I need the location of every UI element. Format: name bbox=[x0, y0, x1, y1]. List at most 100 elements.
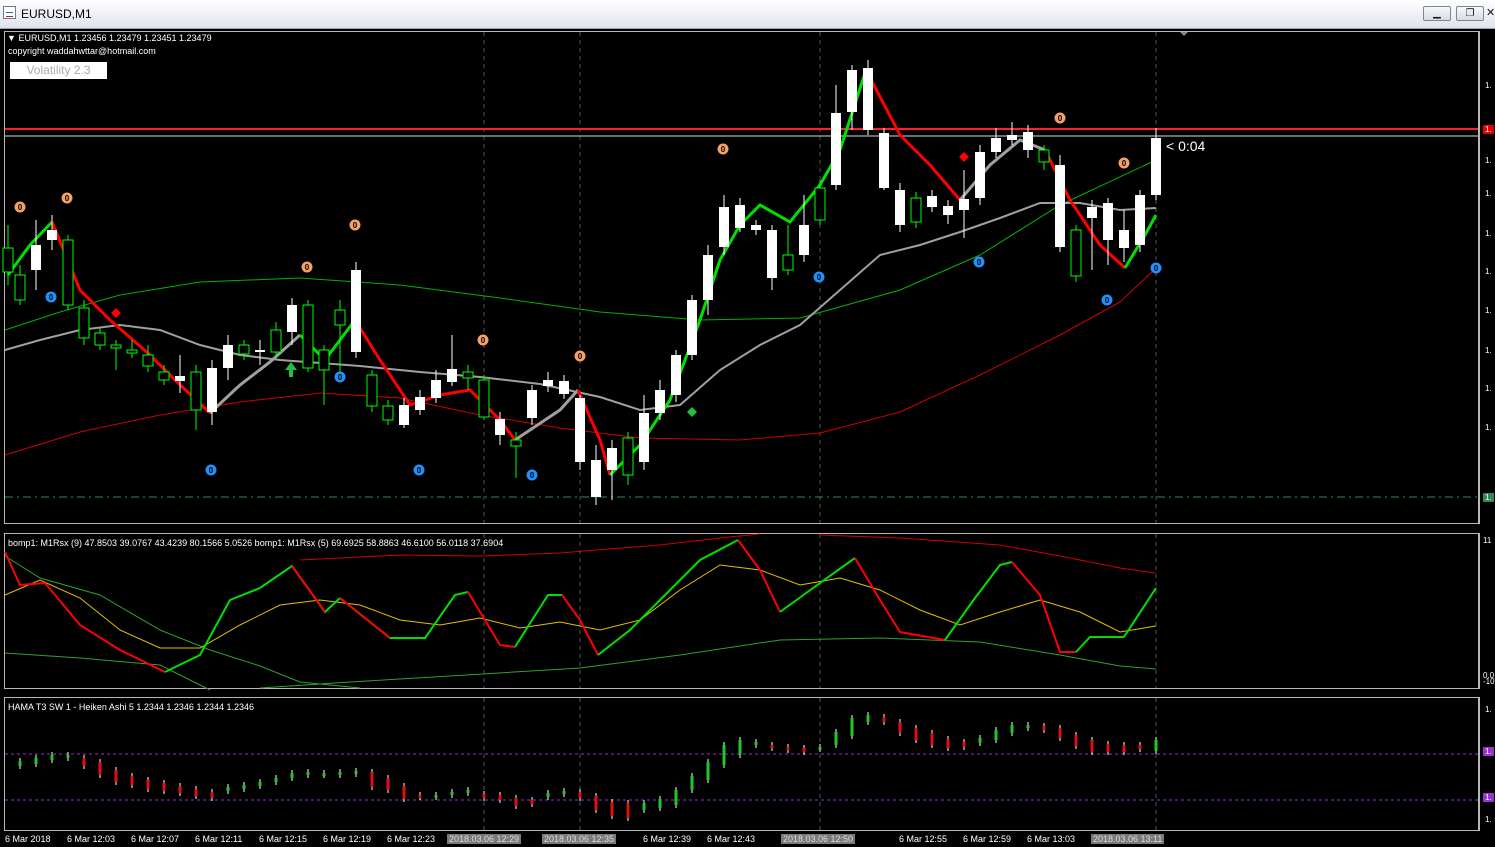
bull-candle bbox=[94, 332, 106, 346]
ha-bull-bar bbox=[34, 758, 38, 764]
sell-signal-circle-label: 0 bbox=[578, 352, 583, 361]
sell-diamond-icon bbox=[111, 308, 121, 318]
ha-bull-bar bbox=[562, 791, 566, 794]
ha-bear-bar bbox=[930, 733, 934, 745]
ha-bull-bar bbox=[242, 785, 246, 789]
bear-candle bbox=[1119, 230, 1129, 248]
bear-candle bbox=[1007, 135, 1017, 140]
chart-canvas: 0 0 0 0 0 0 0 0 0 0 0 0 0 0 0 0 0 0 bbox=[2, 32, 1478, 830]
bull-candle bbox=[478, 379, 490, 418]
ha-bull-bar bbox=[818, 747, 822, 750]
ha-bull-bar bbox=[658, 799, 662, 808]
bull-candle bbox=[462, 371, 474, 379]
bear-candle bbox=[655, 390, 665, 413]
ha-bear-bar bbox=[1106, 744, 1110, 752]
bear-candle bbox=[255, 350, 265, 352]
bull-candle bbox=[382, 405, 394, 421]
ha-bull-bar bbox=[338, 772, 342, 775]
bull-candle bbox=[270, 329, 282, 353]
ha-bull-bar bbox=[354, 771, 358, 774]
ha-bear-bar bbox=[82, 758, 86, 766]
ha-bear-bar bbox=[130, 776, 134, 785]
bar-timer: < 0:04 bbox=[1166, 138, 1206, 154]
bull-candle bbox=[62, 239, 74, 306]
ha-bull-bar bbox=[290, 773, 294, 778]
shift-marker-icon bbox=[1180, 32, 1188, 36]
bear-candle bbox=[991, 138, 1001, 152]
bear-candle bbox=[719, 207, 729, 247]
bear-candle bbox=[703, 255, 713, 300]
ha-bull-bar bbox=[850, 718, 854, 736]
ha-bull-bar bbox=[434, 795, 438, 798]
ha-bear-bar bbox=[610, 802, 614, 816]
ha-bear-bar bbox=[1042, 726, 1046, 730]
ha-bull-bar bbox=[274, 778, 278, 782]
rsx-indicator-label: bomp1: M1Rsx (9) 47.8503 39.0767 43.4239… bbox=[8, 538, 504, 548]
ha-bear-bar bbox=[770, 745, 774, 748]
ha-bull-bar bbox=[642, 803, 646, 810]
bull-candle bbox=[1038, 149, 1050, 163]
time-axis-label: 2018.03.06 12:50 bbox=[781, 834, 856, 844]
sell-signal-circle-label: 0 bbox=[18, 203, 23, 212]
bull-candle bbox=[126, 349, 138, 354]
sell-signal-circle-label: 0 bbox=[1058, 114, 1063, 123]
bear-candle bbox=[431, 380, 441, 398]
ha-bear-bar bbox=[1122, 745, 1126, 752]
bull-candle bbox=[302, 304, 314, 369]
time-axis: 6 Mar 2018 6 Mar 12:03 6 Mar 12:07 6 Mar 12… bbox=[0, 832, 1495, 847]
ha-bear-bar bbox=[786, 747, 790, 750]
bull-candle bbox=[190, 371, 202, 411]
ha-indicator-label: HAMA T3 SW 1 - Heiken Ashi 5 1.2344 1.23… bbox=[8, 702, 254, 712]
sell-diamond-icon bbox=[959, 152, 969, 162]
bear-candle bbox=[879, 133, 889, 188]
bear-candle bbox=[415, 397, 425, 410]
bear-candle bbox=[687, 300, 697, 355]
bear-candle bbox=[543, 380, 553, 386]
time-axis-label: 6 Mar 12:39 bbox=[643, 834, 692, 844]
bull-candle bbox=[158, 371, 170, 381]
rsx-line-up bbox=[1075, 636, 1124, 653]
bear-candle bbox=[1103, 203, 1113, 240]
ha-bear-bar bbox=[514, 798, 518, 806]
ha-bear-bar bbox=[578, 792, 582, 798]
ha-bull-bar bbox=[50, 755, 54, 760]
ha-bull-bar bbox=[866, 715, 870, 722]
bull-candle bbox=[14, 274, 26, 301]
bull-candle bbox=[318, 349, 330, 371]
rsx-line-up bbox=[339, 591, 469, 639]
bull-candle bbox=[334, 309, 346, 326]
sell-signal-circle-label: 0 bbox=[65, 194, 70, 203]
bear-candle bbox=[895, 190, 905, 225]
bear-candle bbox=[575, 398, 585, 462]
ha-bull-bar bbox=[994, 730, 998, 740]
collapse-triangle-icon[interactable]: ▼ bbox=[7, 33, 16, 43]
copyright-text: copyright waddahwttar@hotmail.com bbox=[8, 46, 156, 56]
rsx-line-down bbox=[339, 597, 391, 639]
ha-bear-bar bbox=[914, 728, 918, 740]
bear-candle bbox=[863, 68, 873, 130]
bear-candle bbox=[831, 113, 841, 185]
bear-candle bbox=[287, 305, 297, 332]
ha-bear-bar bbox=[530, 800, 534, 804]
ha-bear-bar bbox=[594, 796, 598, 810]
ha-bear-bar bbox=[898, 722, 902, 733]
bull-candle bbox=[2, 247, 14, 273]
bear-candle bbox=[351, 270, 361, 352]
ha-bear-bar bbox=[98, 762, 102, 775]
bear-candle bbox=[399, 405, 409, 425]
time-axis-label: 2018.03.06 12:29 bbox=[447, 834, 522, 844]
bear-candle bbox=[495, 419, 505, 435]
ha-bull-bar bbox=[450, 792, 454, 795]
time-axis-label: 6 Mar 12:03 bbox=[67, 834, 116, 844]
ha-bear-bar bbox=[370, 772, 374, 787]
ha-bull-bar bbox=[18, 761, 22, 766]
bear-candle bbox=[927, 196, 937, 207]
rsx-line-down bbox=[291, 565, 326, 613]
buy-signal-circle-label: 0 bbox=[817, 273, 822, 282]
ha-bull-bar bbox=[1026, 725, 1030, 728]
ha-bull-bar bbox=[1154, 740, 1158, 751]
rsx-lower-band-line bbox=[4, 555, 361, 689]
bear-candle bbox=[31, 245, 41, 270]
bull-candle bbox=[78, 307, 90, 339]
ha-bull-bar bbox=[674, 790, 678, 805]
